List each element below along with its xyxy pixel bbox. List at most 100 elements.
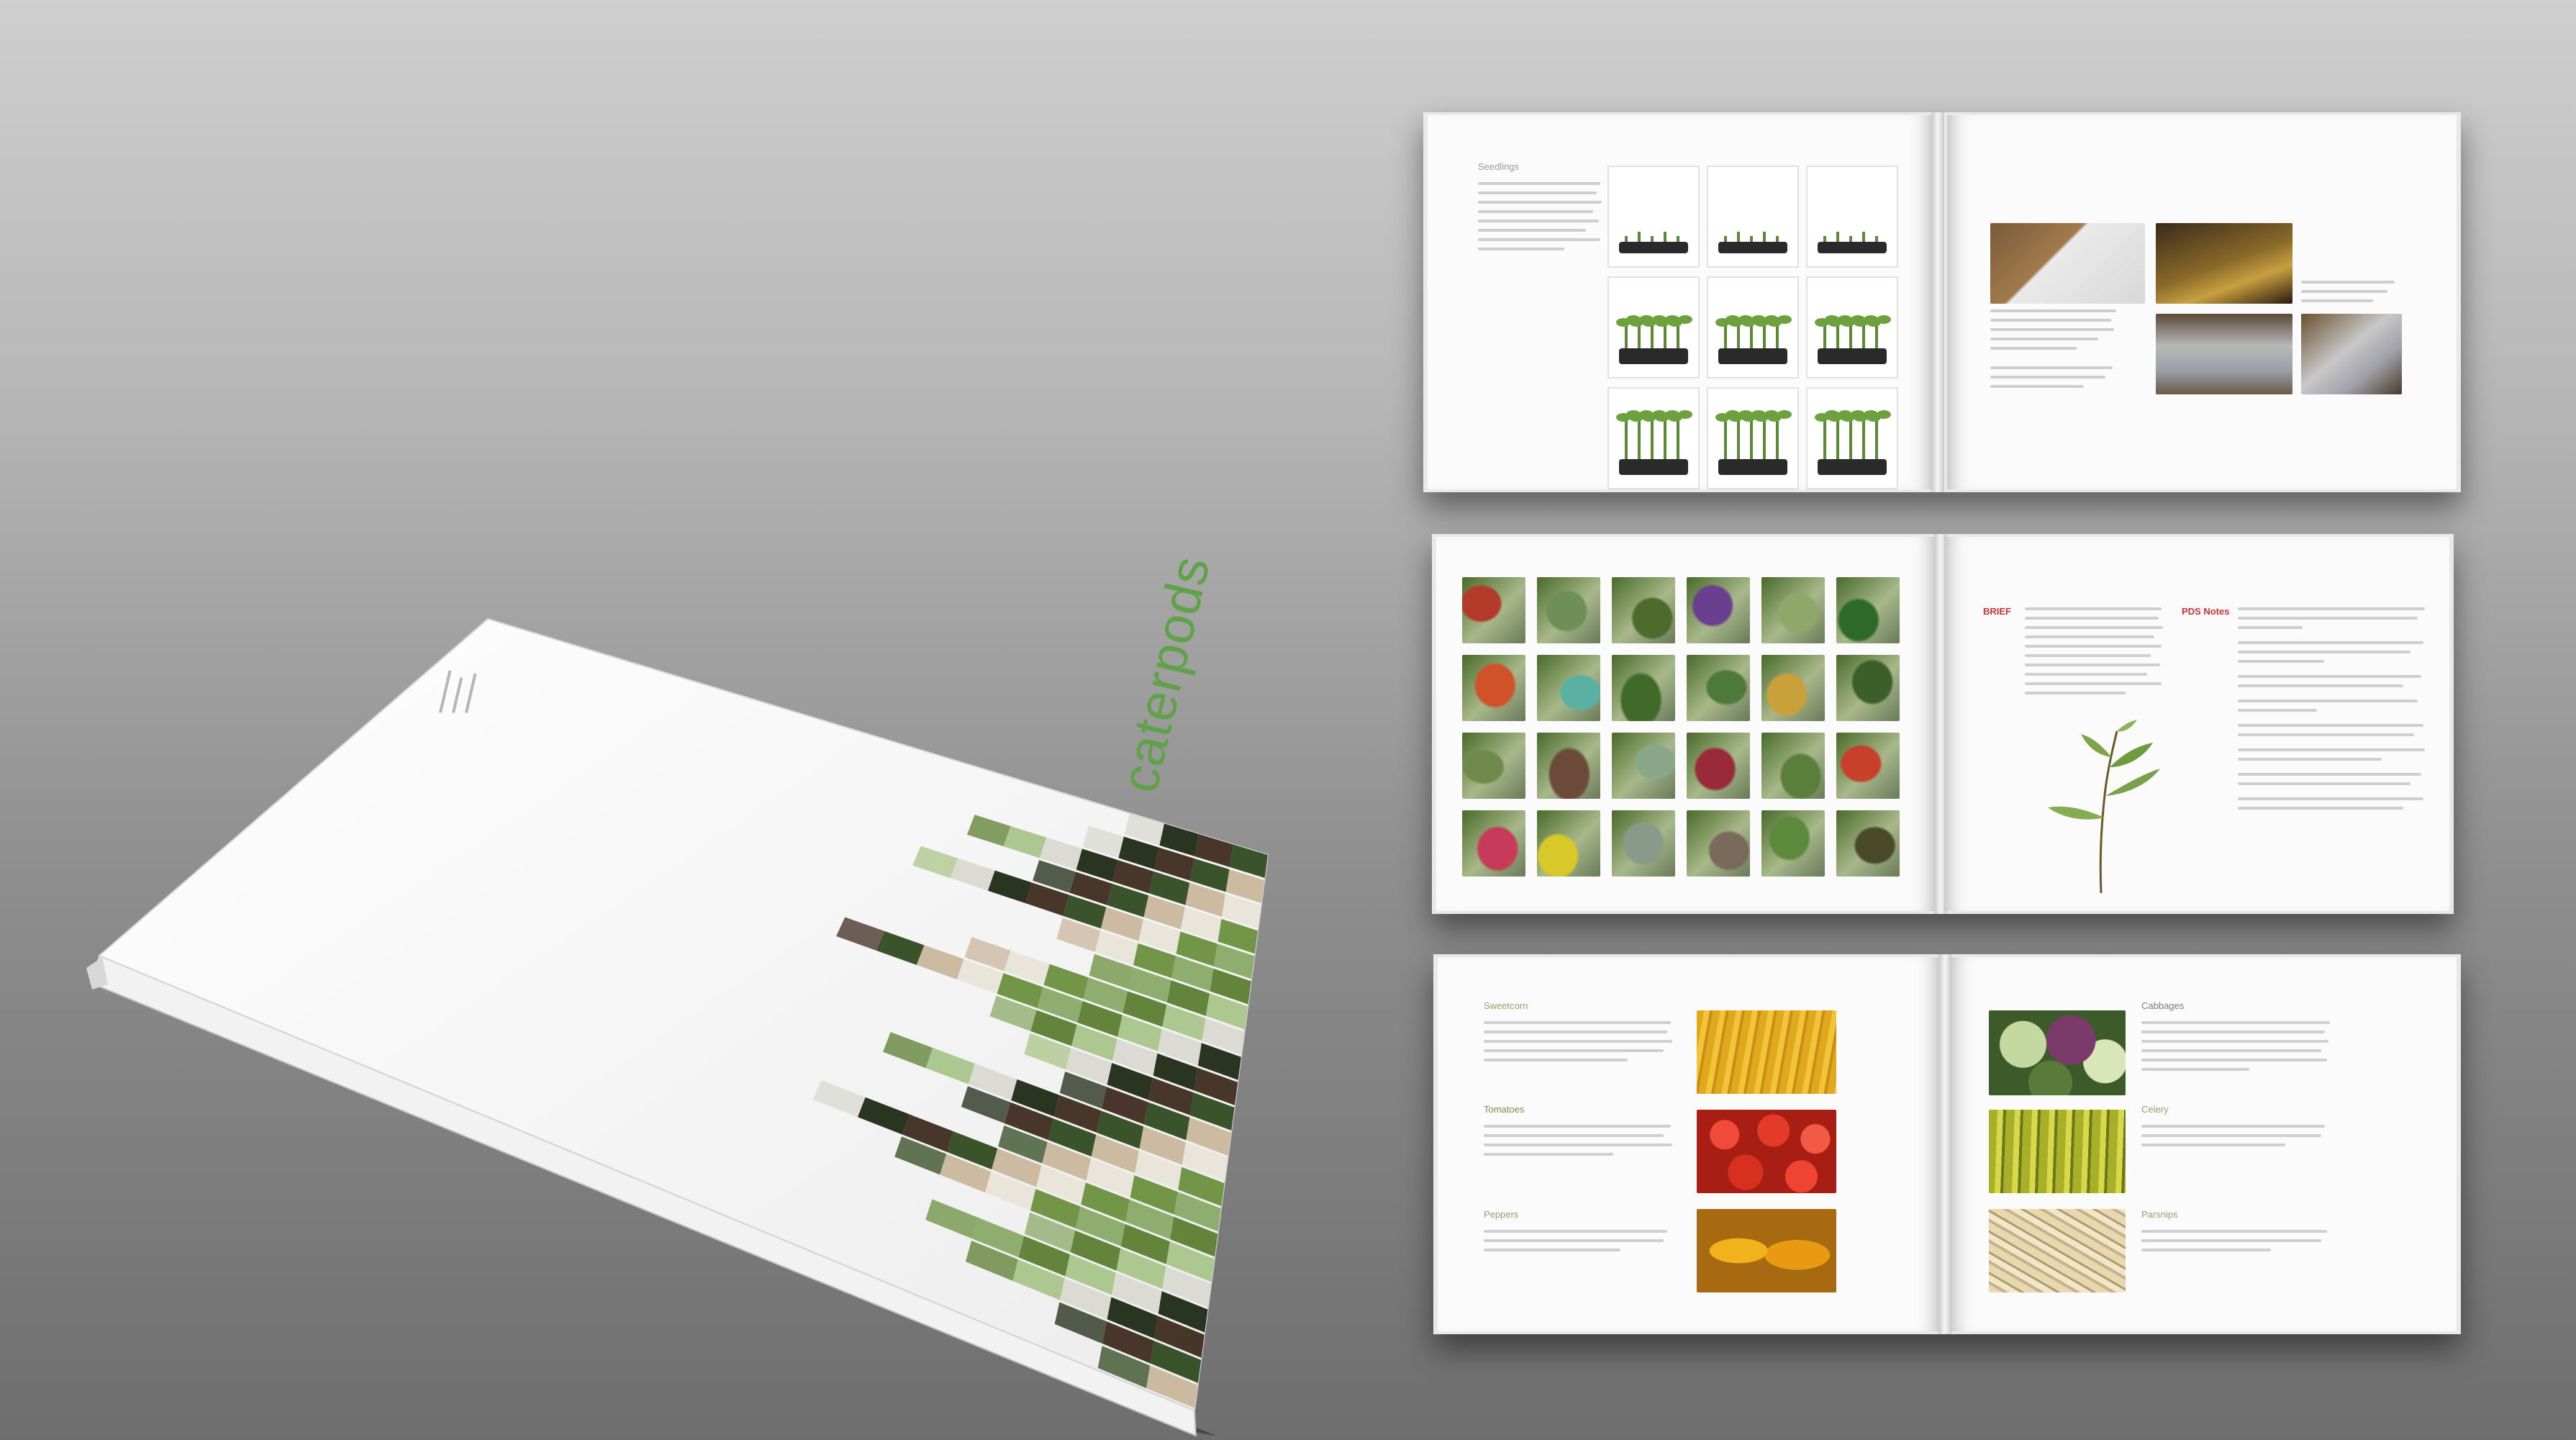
seedling-leaf — [1678, 315, 1692, 324]
caterpillar-photo — [1462, 733, 1525, 799]
veg-heading-tomatoes: Tomatoes — [1484, 1104, 1525, 1115]
book-shape — [86, 617, 1269, 1437]
cabbages-photo — [1989, 1010, 2126, 1095]
seedling-sprout — [1763, 232, 1766, 242]
veg-heading-cabbages: Cabbages — [2141, 1000, 2185, 1011]
soil-tray — [1718, 459, 1787, 475]
seedling-sprout — [1750, 324, 1753, 348]
caterpillar-photo — [1687, 655, 1750, 721]
caterpillar-photo — [1612, 577, 1675, 643]
seedling-sprout — [1638, 232, 1641, 242]
soil-tray — [1619, 459, 1688, 475]
right-page — [1947, 115, 2457, 489]
seedling-sprout — [1651, 419, 1654, 459]
seedling-sprout — [1677, 324, 1679, 348]
seedling-sprout — [1823, 236, 1826, 242]
seedling-sprout — [1875, 236, 1878, 242]
caterpillar-photo — [1537, 733, 1600, 799]
seedling-sprout — [1862, 232, 1865, 242]
brief-label: BRIEF — [1983, 606, 2011, 617]
veg-text-6: Parsnips — [2141, 1209, 2336, 1258]
caterpillar-photo — [1687, 577, 1750, 643]
seedling-sprout — [1651, 236, 1654, 242]
tools-photo-4 — [2301, 314, 2402, 394]
seedling-frame — [1806, 166, 1898, 268]
veg-heading-celery: Celery — [2141, 1104, 2169, 1115]
seedling-leaf — [1877, 410, 1891, 419]
brief-text — [2025, 607, 2169, 701]
soil-tray — [1818, 348, 1887, 364]
caterpillar-photo — [1687, 733, 1750, 799]
caterpillar-photo — [1612, 655, 1675, 721]
seedling-frame — [1707, 276, 1799, 379]
caterpillar-photo — [1462, 577, 1525, 643]
soil-tray — [1619, 348, 1688, 364]
tools-photo-3 — [2156, 314, 2292, 394]
veg-text-2: Tomatoes — [1484, 1104, 1678, 1162]
veg-text-4: Cabbages — [2141, 1000, 2336, 1077]
seedling-sprout — [1823, 419, 1826, 459]
caterpillar-photo — [1836, 810, 1900, 877]
right-page: BRIEF PDS Notes — [1944, 537, 2449, 911]
open-book-seedlings: Seedlings — [1423, 112, 2461, 492]
caterpillar-photo — [1612, 733, 1675, 799]
seedling-sprout — [1776, 324, 1779, 348]
section-heading: Seedlings — [1478, 161, 1520, 172]
seedling-frame — [1806, 276, 1898, 379]
left-page — [1436, 537, 1936, 911]
seedling-sprout — [1664, 232, 1666, 242]
soil-tray — [1818, 459, 1887, 475]
seedlings-text: Seedlings — [1478, 161, 1607, 257]
spine-gutter — [1931, 112, 1944, 492]
caterpillar-photo — [1761, 810, 1825, 877]
seedling-leaf — [1678, 410, 1692, 419]
closed-book-cover: caterpods — [0, 0, 1295, 1440]
seedling-frame — [1607, 166, 1700, 268]
seedling-leaf — [1777, 315, 1792, 324]
soil-tray — [1818, 242, 1887, 253]
seedling-frame — [1707, 166, 1799, 268]
seedling-sprout — [1724, 236, 1727, 242]
celery-photo — [1989, 1110, 2126, 1193]
soil-tray — [1619, 242, 1688, 253]
caterpillar-photo — [1761, 733, 1825, 799]
seedling-leaf — [1877, 315, 1891, 324]
caterpillar-photo — [1836, 655, 1900, 721]
tomatoes-photo — [1697, 1110, 1836, 1193]
seedling-sprout — [1875, 324, 1878, 348]
caterpillar-photo — [1836, 577, 1900, 643]
veg-heading-parsnips: Parsnips — [2141, 1209, 2178, 1220]
tools-text — [1990, 309, 2120, 394]
caterpillar-photo — [1612, 810, 1675, 877]
sweetcorn-photo — [1697, 1010, 1836, 1094]
veg-text-3: Peppers — [1484, 1209, 1678, 1258]
open-book-vegetables: Sweetcorn Tomatoes Peppers Cabbages Cele… — [1433, 954, 2461, 1334]
seedling-frame — [1707, 387, 1799, 489]
soil-tray — [1718, 242, 1787, 253]
seedling-sprout — [1625, 236, 1628, 242]
seedling-sprout — [1776, 419, 1779, 459]
parsnips-photo — [1989, 1209, 2126, 1292]
seedling-sprout — [1724, 324, 1727, 348]
left-page: Sweetcorn Tomatoes Peppers — [1438, 957, 1940, 1331]
tools-caption — [2301, 281, 2402, 309]
soil-tray — [1718, 348, 1787, 364]
seedling-sprout — [1750, 419, 1753, 459]
caterpillar-photo — [1761, 577, 1825, 643]
caterpillar-photo — [1537, 577, 1600, 643]
plant-sprig-illustration — [2048, 720, 2160, 894]
seedling-sprout — [1677, 236, 1679, 242]
pds-notes-text — [2238, 607, 2432, 816]
caterpillar-photo — [1761, 655, 1825, 721]
pds-label: PDS Notes — [2182, 606, 2232, 617]
caterpillar-photo — [1537, 655, 1600, 721]
tools-photo-1 — [1990, 223, 2145, 304]
seedling-sprout — [1836, 232, 1839, 242]
seedling-sprout — [1849, 324, 1852, 348]
seedling-frame — [1806, 387, 1898, 489]
open-book-caterpillars: BRIEF PDS Notes — [1432, 534, 2454, 914]
brief-heading: BRIEF — [1983, 606, 2011, 617]
seedling-sprout — [1625, 324, 1628, 348]
pds-heading: PDS Notes — [2182, 606, 2230, 617]
right-page: Cabbages Celery Parsnips — [1950, 957, 2457, 1331]
